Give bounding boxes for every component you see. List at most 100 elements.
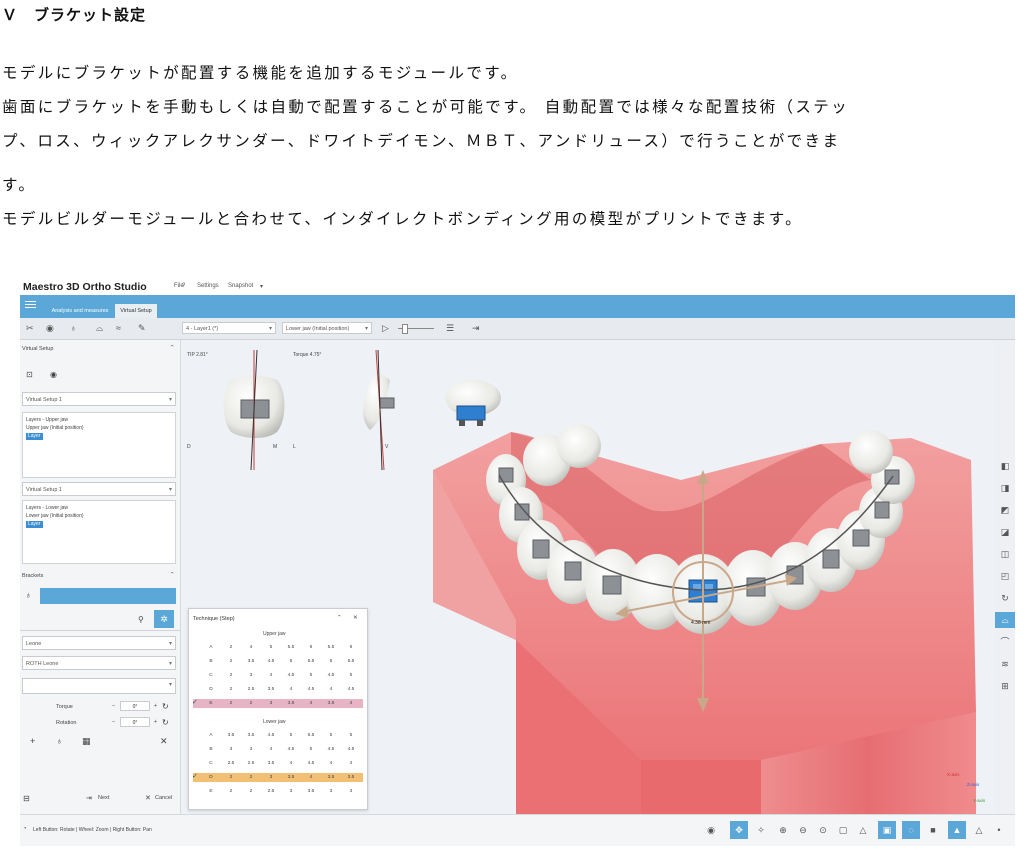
bracket-icon[interactable]: ⌓ xyxy=(96,323,103,334)
lasso-icon[interactable]: ◌ xyxy=(902,821,920,839)
torque-input[interactable]: 0° xyxy=(120,701,150,711)
collapse-icon[interactable]: ⌃ xyxy=(170,345,175,351)
setup-select-value: Virtual Setup 1 xyxy=(26,397,62,403)
view-icon[interactable]: ◩ xyxy=(999,504,1011,516)
collapse-icon[interactable]: ⌃ xyxy=(170,572,175,578)
shading-icon[interactable]: △ xyxy=(856,823,870,837)
check-icon: ✓ xyxy=(192,699,198,706)
virtual-setup-select-lower[interactable]: Virtual Setup 1 ▾ xyxy=(22,482,176,496)
technique-row-lower-a[interactable]: A 3.5 3.5 4.5 5 5.5 5 5 xyxy=(193,731,363,740)
upper-jaw-view-icon[interactable]: ⌓ xyxy=(995,612,1015,628)
rotation-input[interactable]: 0° xyxy=(120,717,150,727)
technique-cell: 4 xyxy=(249,645,253,650)
menu-help[interactable]: ? xyxy=(182,283,185,289)
eye-icon[interactable]: ◉ xyxy=(704,823,718,837)
technique-row-upper-e[interactable]: ✓ E 2 2 3 3.5 4 3.5 4 xyxy=(192,699,363,708)
rotation-minus[interactable]: − xyxy=(112,719,115,725)
target-icon[interactable]: ✲ xyxy=(154,610,174,628)
technique-row-lower-e[interactable]: E 2 2 2.5 3 3.5 3 3 xyxy=(193,787,363,796)
chevron-down-icon: ▾ xyxy=(168,641,172,647)
virtual-setup-select-upper[interactable]: Virtual Setup 1 ▾ xyxy=(22,392,176,406)
pencil-icon[interactable]: ✎ xyxy=(138,323,146,334)
add-icon[interactable]: + xyxy=(30,736,35,746)
tab-bar: Analysis and measures Virtual Setup xyxy=(20,295,1015,318)
view-icon[interactable]: ◪ xyxy=(999,526,1011,538)
lower-layers-item[interactable]: Lower jaw (Initial position) xyxy=(26,513,84,519)
cancel-button[interactable]: Cancel xyxy=(155,795,172,801)
hamburger-menu-icon[interactable] xyxy=(25,301,36,302)
slider-handle[interactable] xyxy=(402,324,408,334)
view-icon[interactable]: ◧ xyxy=(999,460,1011,472)
technique-row-upper-a[interactable]: A 2 4 5 5.5 6 5.5 6 xyxy=(193,643,363,652)
cancel-icon[interactable]: ✕ xyxy=(145,794,151,802)
torque-plus[interactable]: + xyxy=(154,703,157,709)
sparkle-icon[interactable]: ✧ xyxy=(754,823,768,837)
rotation-plus[interactable]: + xyxy=(154,719,157,725)
technique-row-lower-b[interactable]: B 3 3 4 4.5 5 4.5 4.5 xyxy=(193,745,363,754)
next-icon[interactable]: ⇥ xyxy=(86,794,92,802)
view-icon[interactable]: ◰ xyxy=(999,570,1011,582)
tab-analysis-and-measures[interactable]: Analysis and measures xyxy=(46,304,114,318)
both-jaws-view-icon[interactable]: ≋ xyxy=(999,658,1011,670)
triangle-solid-icon[interactable]: ▲ xyxy=(948,821,966,839)
technique-row-upper-c[interactable]: C 2 3 4 4.5 5 4.5 5 xyxy=(193,671,363,680)
texture-icon[interactable]: ▣ xyxy=(878,821,896,839)
tooth-icon[interactable]: ♁ xyxy=(70,323,77,333)
upper-layer-chip[interactable]: Layer xyxy=(26,433,43,440)
arch-icon[interactable]: ≈ xyxy=(116,323,121,333)
bracket-search-bar[interactable] xyxy=(40,588,176,604)
export-icon[interactable]: ⇥ xyxy=(472,323,480,334)
eye-icon[interactable]: ◉ xyxy=(46,323,54,334)
technique-cell: 2 xyxy=(229,687,233,692)
target-icon[interactable]: ⊙ xyxy=(816,823,830,837)
technique-row-upper-b[interactable]: B 2 3.5 4.5 5 5.5 5 5.5 xyxy=(193,657,363,666)
collapse-icon[interactable]: ⌃ xyxy=(337,615,342,621)
eye-icon[interactable]: ◉ xyxy=(50,370,57,379)
reset-icon[interactable]: ↻ xyxy=(162,702,169,711)
zoom-out-icon[interactable]: ⊖ xyxy=(796,823,810,837)
technique-row-upper-d[interactable]: D 2 2.5 3.5 4 4.5 4 4.5 xyxy=(193,685,363,694)
more-icon[interactable]: • xyxy=(992,823,1006,837)
layer-select[interactable]: 4 - Layer1 (*) ▾ xyxy=(182,322,276,334)
technique-cell: C xyxy=(209,673,213,678)
close-icon[interactable]: ✕ xyxy=(160,736,168,747)
frame-icon[interactable]: ▢ xyxy=(836,823,850,837)
screen-icon[interactable]: ⊟ xyxy=(23,794,30,803)
pin-icon[interactable]: ⚲ xyxy=(138,615,144,624)
technique-row-lower-d[interactable]: ✓ D 2 2 3 3.5 4 3.5 3.5 xyxy=(192,773,363,782)
next-button[interactable]: Next xyxy=(98,795,109,801)
technique-cell: 5.5 xyxy=(307,733,315,738)
bracket-icon[interactable]: ♁ xyxy=(56,736,63,746)
menu-settings[interactable]: Settings xyxy=(197,283,219,289)
lower-layer-chip[interactable]: Layer xyxy=(26,521,43,528)
technique-cell: 4.5 xyxy=(287,673,295,678)
split-icon[interactable]: ☰ xyxy=(446,323,454,334)
reset-icon[interactable]: ↻ xyxy=(162,718,169,727)
jaw-select[interactable]: Lower jaw (Initial position) ▾ xyxy=(282,322,372,334)
close-icon[interactable]: ✕ xyxy=(353,615,358,621)
rotation-label: Rotation xyxy=(56,720,77,726)
technique-cell: 5.5 xyxy=(347,659,355,664)
lower-jaw-view-icon[interactable]: ⌒ xyxy=(999,636,1011,648)
view-icon[interactable]: ◨ xyxy=(999,482,1011,494)
layers-icon[interactable]: ⊡ xyxy=(26,370,33,379)
tab-virtual-setup[interactable]: Virtual Setup xyxy=(115,304,157,318)
torque-minus[interactable]: − xyxy=(112,703,115,709)
solid-icon[interactable]: ■ xyxy=(926,823,940,837)
move-icon[interactable]: ✥ xyxy=(730,821,748,839)
technique-row-lower-c[interactable]: C 2.5 2.5 3.5 4 4.5 4 4 xyxy=(193,759,363,768)
bracket-slot-select[interactable]: ▾ xyxy=(22,678,176,694)
triangle-outline-icon[interactable]: △ xyxy=(972,823,986,837)
upper-layers-item[interactable]: Upper jaw (Initial position) xyxy=(26,425,84,431)
scissors-icon[interactable]: ✂ xyxy=(26,323,34,334)
menu-snapshot[interactable]: Snapshot xyxy=(228,283,253,289)
zoom-in-icon[interactable]: ⊕ xyxy=(776,823,790,837)
play-icon[interactable]: ▷ xyxy=(382,323,389,334)
bracket-brand-select[interactable]: Leone ▾ xyxy=(22,636,176,650)
sync-icon[interactable]: ↻ xyxy=(999,592,1011,604)
calendar-icon[interactable]: ▦ xyxy=(82,736,91,747)
layer-select-value: 4 - Layer1 (*) xyxy=(186,326,219,332)
grid-icon[interactable]: ⊞ xyxy=(999,680,1011,692)
bracket-prescription-select[interactable]: ROTH Leone ▾ xyxy=(22,656,176,670)
view-icon[interactable]: ◫ xyxy=(999,548,1011,560)
